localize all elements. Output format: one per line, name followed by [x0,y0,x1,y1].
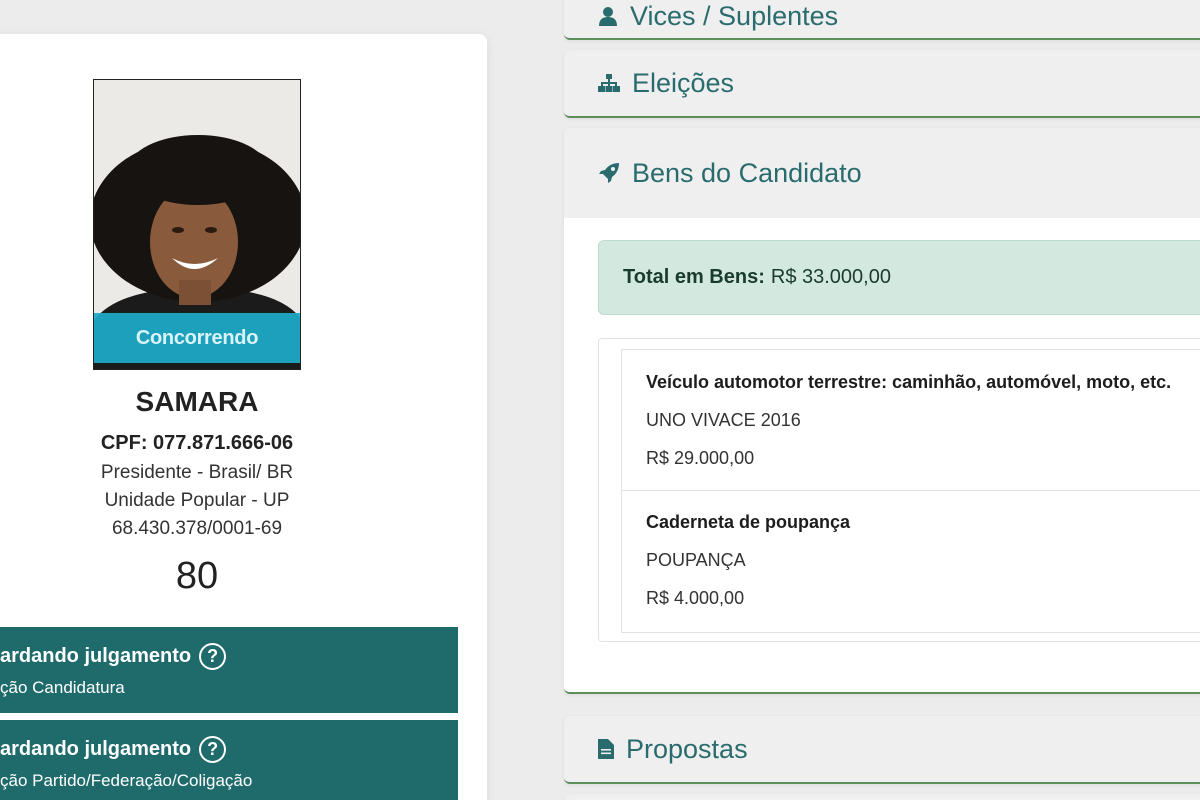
status-subtitle: ção Partido/Federação/Coligação [0,771,253,790]
panel-bens-header[interactable]: Bens do Candidato [564,128,1200,218]
panel-bens: Bens do Candidato Total em Bens: R$ 33.0… [564,128,1200,694]
asset-description: UNO VIVACE 2016 [646,410,801,430]
asset-type: Caderneta de poupança [646,512,851,532]
asset-value: R$ 29.000,00 [646,448,755,468]
sitemap-icon [598,74,620,92]
asset-value: R$ 4.000,00 [646,588,745,608]
panel-title: Propostas [626,733,748,764]
candidate-cnpj: 68.430.378/0001-69 [111,518,283,539]
asset-description: POUPANÇA [646,550,746,570]
list-item: Veículo automotor terrestre: caminhão, a… [622,372,1200,469]
candidate-number: 80 [175,555,219,597]
candidate-card: Concorrendo SAMARA CPF: 077.871.666-06 P… [0,34,487,800]
panel-next[interactable] [564,794,1200,800]
rocket-icon [599,163,619,183]
help-icon[interactable]: ? [199,736,227,763]
assets-list: Veículo automotor terrestre: caminhão, a… [598,338,1200,642]
panel-eleicoes[interactable]: Eleições [564,50,1200,118]
status-title: ardando julgamento [0,645,192,667]
candidate-office: Presidente - Brasil/ BR [100,462,294,483]
help-icon[interactable]: ? [199,643,227,670]
status-subtitle: ção Candidatura [0,678,125,697]
panel-title: Bens do Candidato [632,157,862,188]
asset-type: Veículo automotor terrestre: caminhão, a… [646,372,1172,392]
list-item: Caderneta de poupança POUPANÇA R$ 4.000,… [622,512,1200,609]
candidate-photo: Concorrendo [93,79,301,370]
panel-title: Vices / Suplentes [630,0,839,31]
candidate-name: SAMARA [135,386,259,417]
total-assets: Total em Bens: R$ 33.000,00 [598,240,1200,315]
status-title: ardando julgamento [0,738,192,760]
file-icon [598,739,614,759]
panel-vices[interactable]: Vices / Suplentes [564,0,1200,40]
panel-title: Eleições [632,67,735,98]
candidate-cpf: CPF: 077.871.666-06 [100,432,294,454]
total-label: Total em Bens: [623,266,765,288]
panel-propostas[interactable]: Propostas [564,716,1200,784]
total-value: R$ 33.000,00 [770,266,891,288]
user-icon [599,7,617,26]
status-card-partido: ardando julgamento ? ção Partido/Federaç… [0,720,458,800]
status-badge: Concorrendo [94,313,300,363]
candidate-party: Unidade Popular - UP [104,490,290,511]
divider [622,490,1200,491]
status-card-candidatura: ardando julgamento ? ção Candidatura [0,627,458,713]
